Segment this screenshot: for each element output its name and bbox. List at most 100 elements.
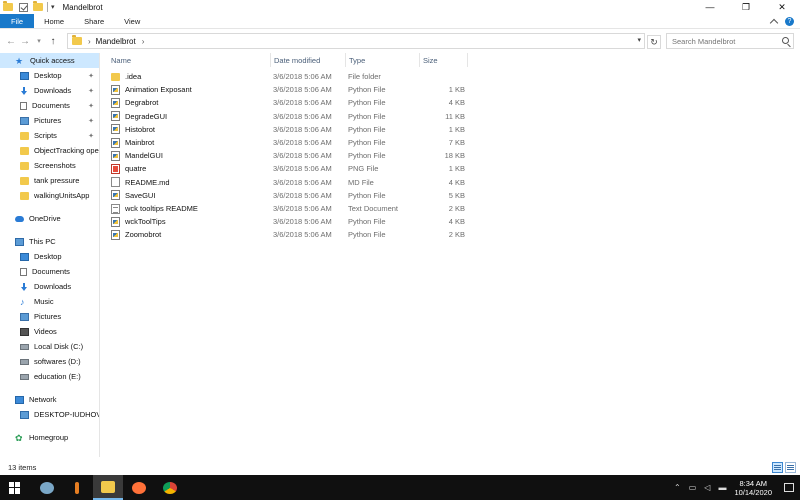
sidebar-item-screenshots[interactable]: Screenshots [0,158,99,173]
sidebar-item-onedrive[interactable]: OneDrive [0,211,99,226]
search-box[interactable] [666,33,794,49]
file-size: 7 KB [448,138,465,147]
file-name: Zoomobrot [125,230,162,240]
sidebar-item-pictures[interactable]: Pictures ✦ [0,113,99,128]
taskbar-app-2[interactable] [62,475,92,500]
folder-icon [72,35,82,45]
table-row[interactable]: DegradeGUI 3/6/2018 5:06 AM Python File 11 … [101,110,800,123]
sidebar-item-local-disk-c[interactable]: Local Disk (C:) [0,339,99,354]
keyboard-icon[interactable]: ▬ [718,483,726,492]
table-row[interactable]: quatre 3/6/2018 5:06 AM PNG File 1 KB [101,162,800,175]
column-header-date[interactable]: Date modified [271,53,346,67]
sidebar-item-objecttracking[interactable]: ObjectTracking ope [0,143,99,158]
folder-icon [3,1,13,11]
volume-icon[interactable]: ◁ [704,483,710,492]
tab-share[interactable]: Share [74,14,114,28]
taskbar-app-1[interactable] [32,475,62,500]
search-input[interactable] [672,36,782,46]
start-button[interactable] [0,475,30,500]
column-header-size[interactable]: Size [420,53,468,67]
homegroup-icon: ✿ [15,432,23,443]
folder-icon [20,176,29,185]
sidebar-item-quick-access[interactable]: ★ Quick access [0,53,99,68]
taskbar-chrome[interactable] [155,475,185,500]
date-modified: 3/6/2018 5:06 AM [273,230,332,240]
sidebar-item-downloads[interactable]: Downloads ✦ [0,83,99,98]
tab-file[interactable]: File [0,14,35,28]
sidebar-item-homegroup[interactable]: ✿ Homegroup [0,430,99,445]
table-row[interactable]: README.md 3/6/2018 5:06 AM MD File 4 KB [101,176,800,189]
tab-view[interactable]: View [114,14,150,28]
table-row[interactable]: Histobrot 3/6/2018 5:06 AM Python File 1 KB [101,123,800,136]
table-row[interactable]: wckToolTips 3/6/2018 5:06 AM Python File 4 … [101,215,800,228]
expand-ribbon-icon[interactable] [769,18,779,28]
tab-home[interactable]: Home [34,14,74,28]
sidebar-item-pc-documents[interactable]: Documents [0,264,99,279]
sidebar-item-pc-downloads[interactable]: Downloads [0,279,99,294]
maximize-button[interactable]: ❐ [728,0,764,14]
sidebar-item-softwares-d[interactable]: softwares (D:) [0,354,99,369]
refresh-button[interactable]: ↻ [647,35,661,49]
sidebar-item-desktop-pc[interactable]: DESKTOP-IUDHOVL [0,407,99,422]
sidebar-item-network[interactable]: Network [0,392,99,407]
forward-button[interactable]: → [18,34,32,48]
sidebar-item-documents[interactable]: Documents ✦ [0,98,99,113]
chevron-right-icon[interactable]: › [142,37,145,46]
sidebar-item-pc-desktop[interactable]: Desktop [0,249,99,264]
column-header-type[interactable]: Type [346,53,420,67]
chevron-down-icon[interactable]: ▾ [637,36,641,44]
table-row[interactable]: Zoomobrot 3/6/2018 5:06 AM Python File 2 KB [101,228,800,241]
address-bar[interactable]: › Mandelbrot › ▾ [67,33,645,49]
taskbar-firefox[interactable] [124,475,154,500]
table-row[interactable]: Animation Exposant 3/6/2018 5:06 AM Python… [101,83,800,96]
chevron-right-icon[interactable]: › [88,37,91,46]
sidebar-item-tank-pressure[interactable]: tank pressure [0,173,99,188]
large-icons-view-button[interactable] [785,462,796,473]
sidebar-item-scripts[interactable]: Scripts ✦ [0,128,99,143]
file-type: Python File [348,98,386,108]
sidebar-item-walkingunitsapp[interactable]: walkingUnitsApp [0,188,99,203]
sidebar-item-pc-music[interactable]: ♪ Music [0,294,99,309]
chevron-up-icon[interactable]: ⌃ [674,483,681,492]
table-row[interactable]: .idea 3/6/2018 5:06 AM File folder [101,70,800,83]
file-size [422,70,465,83]
new-folder-icon[interactable] [33,1,43,11]
sidebar-item-this-pc[interactable]: This PC [0,234,99,249]
network-icon[interactable]: ▭ [689,483,697,492]
file-type: Text Document [348,204,399,213]
details-view-button[interactable] [772,462,783,473]
recent-locations-button[interactable]: ▾ [32,34,46,48]
up-button[interactable]: ↑ [46,34,60,48]
txt-file-icon [111,203,120,214]
sidebar-item-pc-pictures[interactable]: Pictures [0,309,99,324]
pin-icon: ✦ [88,87,94,95]
properties-icon[interactable] [19,2,28,12]
notifications-icon[interactable] [784,483,794,492]
table-row[interactable]: wck tooltips README 3/6/2018 5:06 AM Text … [101,202,800,215]
navigation-pane: ★ Quick access Desktop ✦ Downloads ✦ Doc… [0,53,100,457]
sidebar-item-label: Local Disk (C:) [34,342,84,351]
column-header-name[interactable]: Name [108,53,271,67]
computer-icon [15,237,24,246]
minimize-button[interactable]: — [692,0,728,14]
table-row[interactable]: MandelGUI 3/6/2018 5:06 AM Python File 18 K… [101,149,800,162]
date-modified: 3/6/2018 5:06 AM [273,164,332,174]
download-icon [20,282,29,291]
app-icon [40,481,54,494]
help-icon[interactable]: ? [785,16,794,26]
sidebar-item-label: Downloads [34,86,72,95]
close-button[interactable]: ✕ [764,0,800,14]
back-button[interactable]: ← [4,34,18,48]
network-icon [15,395,24,404]
breadcrumb[interactable]: Mandelbrot [96,37,136,46]
table-row[interactable]: Degrabrot 3/6/2018 5:06 AM Python File 4 KB [101,96,800,109]
table-row[interactable]: Mainbrot 3/6/2018 5:06 AM Python File 7 KB [101,136,800,149]
taskbar-file-explorer[interactable] [93,475,123,500]
sidebar-item-education-e[interactable]: education (E:) [0,369,99,384]
sidebar-item-desktop[interactable]: Desktop ✦ [0,68,99,83]
sidebar-item-pc-videos[interactable]: Videos [0,324,99,339]
chevron-down-icon[interactable]: ▾ [51,3,55,11]
file-type: Python File [348,124,386,134]
table-row[interactable]: SaveGUI 3/6/2018 5:06 AM Python File 5 KB [101,189,800,202]
clock[interactable]: 8:34 AM 10/14/2020 [734,479,772,497]
